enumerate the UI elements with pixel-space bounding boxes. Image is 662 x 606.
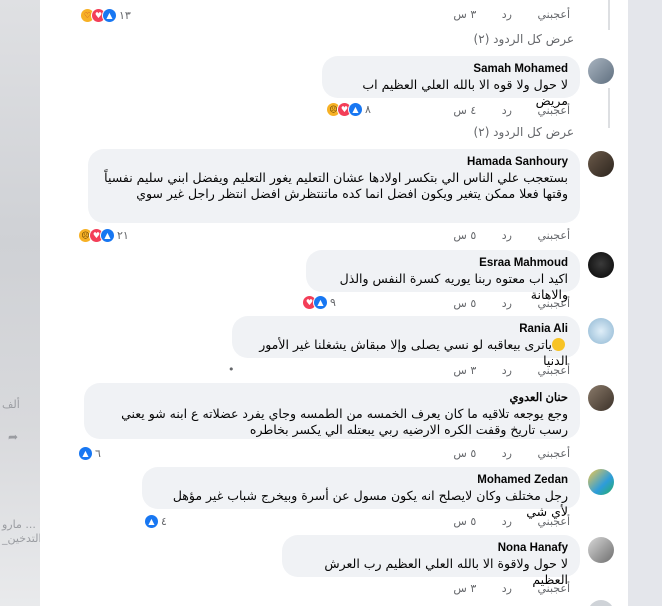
reply-button[interactable]: رد: [502, 515, 512, 528]
avatar[interactable]: [588, 469, 614, 495]
comment-time: ٥ س: [453, 229, 477, 242]
reaction-summary[interactable]: ☹ ♥ ▲ ٨: [326, 100, 371, 118]
background-text: _التدخين: [2, 532, 42, 545]
background-text: ألف: [2, 398, 20, 411]
comment-actions: أعجبني رد ٥ س: [453, 447, 570, 460]
like-reaction-icon: ▲: [78, 445, 93, 461]
reaction-count: •: [228, 362, 235, 376]
comment-author[interactable]: Hamada Sanhoury: [100, 156, 568, 168]
like-reaction-icon: ▲: [100, 227, 115, 243]
comment-bubble: Mohamed Zedan رجل مختلف وكان لايصلح انه …: [142, 467, 580, 519]
reply-button[interactable]: رد: [502, 364, 512, 377]
avatar[interactable]: [588, 252, 614, 278]
like-reaction-icon: ▲: [348, 101, 363, 117]
comment-actions: أعجبني رد ٥ س: [453, 515, 570, 528]
comment-text: وجع يوجعه تلاقيه ما كان يعرف الخمسه من ا…: [121, 406, 568, 437]
comment-author[interactable]: Mohamed Zedan: [154, 474, 568, 486]
comment-author[interactable]: Samah Mohamed: [334, 63, 568, 75]
view-all-replies-link[interactable]: عرض كل الردود (٢): [474, 125, 574, 139]
like-button[interactable]: أعجبني: [537, 364, 570, 377]
reaction-count: ٢١: [117, 228, 129, 242]
reply-button[interactable]: رد: [502, 8, 512, 21]
comment-actions: أعجبني رد ٤ س: [453, 104, 570, 117]
reaction-count: ٤: [161, 514, 167, 528]
view-all-replies-link[interactable]: عرض كل الردود (٢): [474, 32, 574, 46]
like-button[interactable]: أعجبني: [537, 8, 570, 21]
like-reaction-icon: ▲: [313, 294, 328, 310]
comment-bubble: Nona Hanafy لا حول ولاقوة الا بالله العل…: [282, 535, 580, 587]
comment-time: ٥ س: [453, 447, 477, 460]
avatar[interactable]: [588, 385, 614, 411]
like-button[interactable]: أعجبني: [537, 104, 570, 117]
share-icon: ➦: [8, 430, 19, 444]
like-button[interactable]: أعجبني: [537, 229, 570, 242]
comment-bubble: Esraa Mahmoud اكيد اب معتوه ربنا يوريه ك…: [306, 250, 580, 302]
thread-connector: [608, 0, 610, 30]
comment-text: بستعجب علي الناس الي بتكسر اولادها عشان …: [104, 170, 568, 201]
comment-bubble: Samah Mohamed لا حول ولا قوه الا بالله ا…: [322, 56, 580, 108]
like-button[interactable]: أعجبني: [537, 297, 570, 310]
reaction-count: ١٣: [119, 8, 131, 22]
background-post-area: ألف جزأ ... مارو _التدخين ➦: [0, 0, 55, 606]
comments-panel: أعجبني رد ٣ س ♡ ♥ ▲ ١٣ عرض كل الردود (٢)…: [40, 0, 628, 606]
comment-time: ٥ س: [453, 515, 477, 528]
reply-button[interactable]: رد: [502, 297, 512, 310]
reaction-summary[interactable]: ▲ ٦: [78, 444, 101, 462]
emoji-icon: [552, 338, 565, 351]
comment-author[interactable]: Esraa Mahmoud: [318, 257, 568, 269]
thread-connector: [608, 88, 610, 128]
reaction-summary[interactable]: •: [226, 360, 235, 378]
comment-bubble: حنان العدوي وجع يوجعه تلاقيه ما كان يعرف…: [84, 383, 580, 439]
avatar[interactable]: [588, 537, 614, 563]
comment-actions: أعجبني رد ٥ س: [453, 229, 570, 242]
comment-actions: أعجبني رد ٣ س: [453, 364, 570, 377]
comment-time: ٣ س: [453, 582, 477, 595]
comment-time: ٣ س: [453, 364, 477, 377]
avatar[interactable]: [588, 318, 614, 344]
avatar[interactable]: [588, 151, 614, 177]
comment-time: ٤ س: [453, 104, 477, 117]
comment-bubble: Rania Ali ياترى بيعاقبه لو نسي يصلى وإلا…: [232, 316, 580, 368]
reaction-count: ٩: [330, 295, 336, 309]
reaction-count: ٦: [95, 446, 101, 460]
like-reaction-icon: ▲: [144, 513, 159, 529]
comment-author[interactable]: حنان العدوي: [96, 390, 568, 404]
avatar[interactable]: [588, 58, 614, 84]
comment-time: ٣ س: [453, 8, 477, 21]
background-right-gutter: [628, 0, 662, 606]
like-button[interactable]: أعجبني: [537, 582, 570, 595]
reaction-count: ٨: [365, 102, 371, 116]
reaction-summary[interactable]: ♡ ♥ ▲ ١٣: [80, 6, 131, 24]
comment-author[interactable]: Rania Ali: [244, 323, 568, 335]
comment-bubble: Hamada Sanhoury بستعجب علي الناس الي بتك…: [88, 149, 580, 223]
comment-actions: أعجبني رد ٣ س: [453, 582, 570, 595]
reaction-summary[interactable]: ♥ ▲ ٩: [302, 293, 336, 311]
comment-actions: أعجبني رد ٣ س: [453, 8, 570, 21]
like-button[interactable]: أعجبني: [537, 447, 570, 460]
reply-button[interactable]: رد: [502, 104, 512, 117]
avatar[interactable]: [588, 600, 614, 606]
reaction-summary[interactable]: ☹ ♥ ▲ ٢١: [78, 226, 129, 244]
like-button[interactable]: أعجبني: [537, 515, 570, 528]
reply-button[interactable]: رد: [502, 229, 512, 242]
comment-actions: أعجبني رد ٥ س: [453, 297, 570, 310]
reply-button[interactable]: رد: [502, 582, 512, 595]
like-reaction-icon: ▲: [102, 7, 117, 23]
reply-button[interactable]: رد: [502, 447, 512, 460]
reaction-summary[interactable]: ▲ ٤: [144, 512, 167, 530]
comment-time: ٥ س: [453, 297, 477, 310]
comment-author[interactable]: Nona Hanafy: [294, 542, 568, 554]
